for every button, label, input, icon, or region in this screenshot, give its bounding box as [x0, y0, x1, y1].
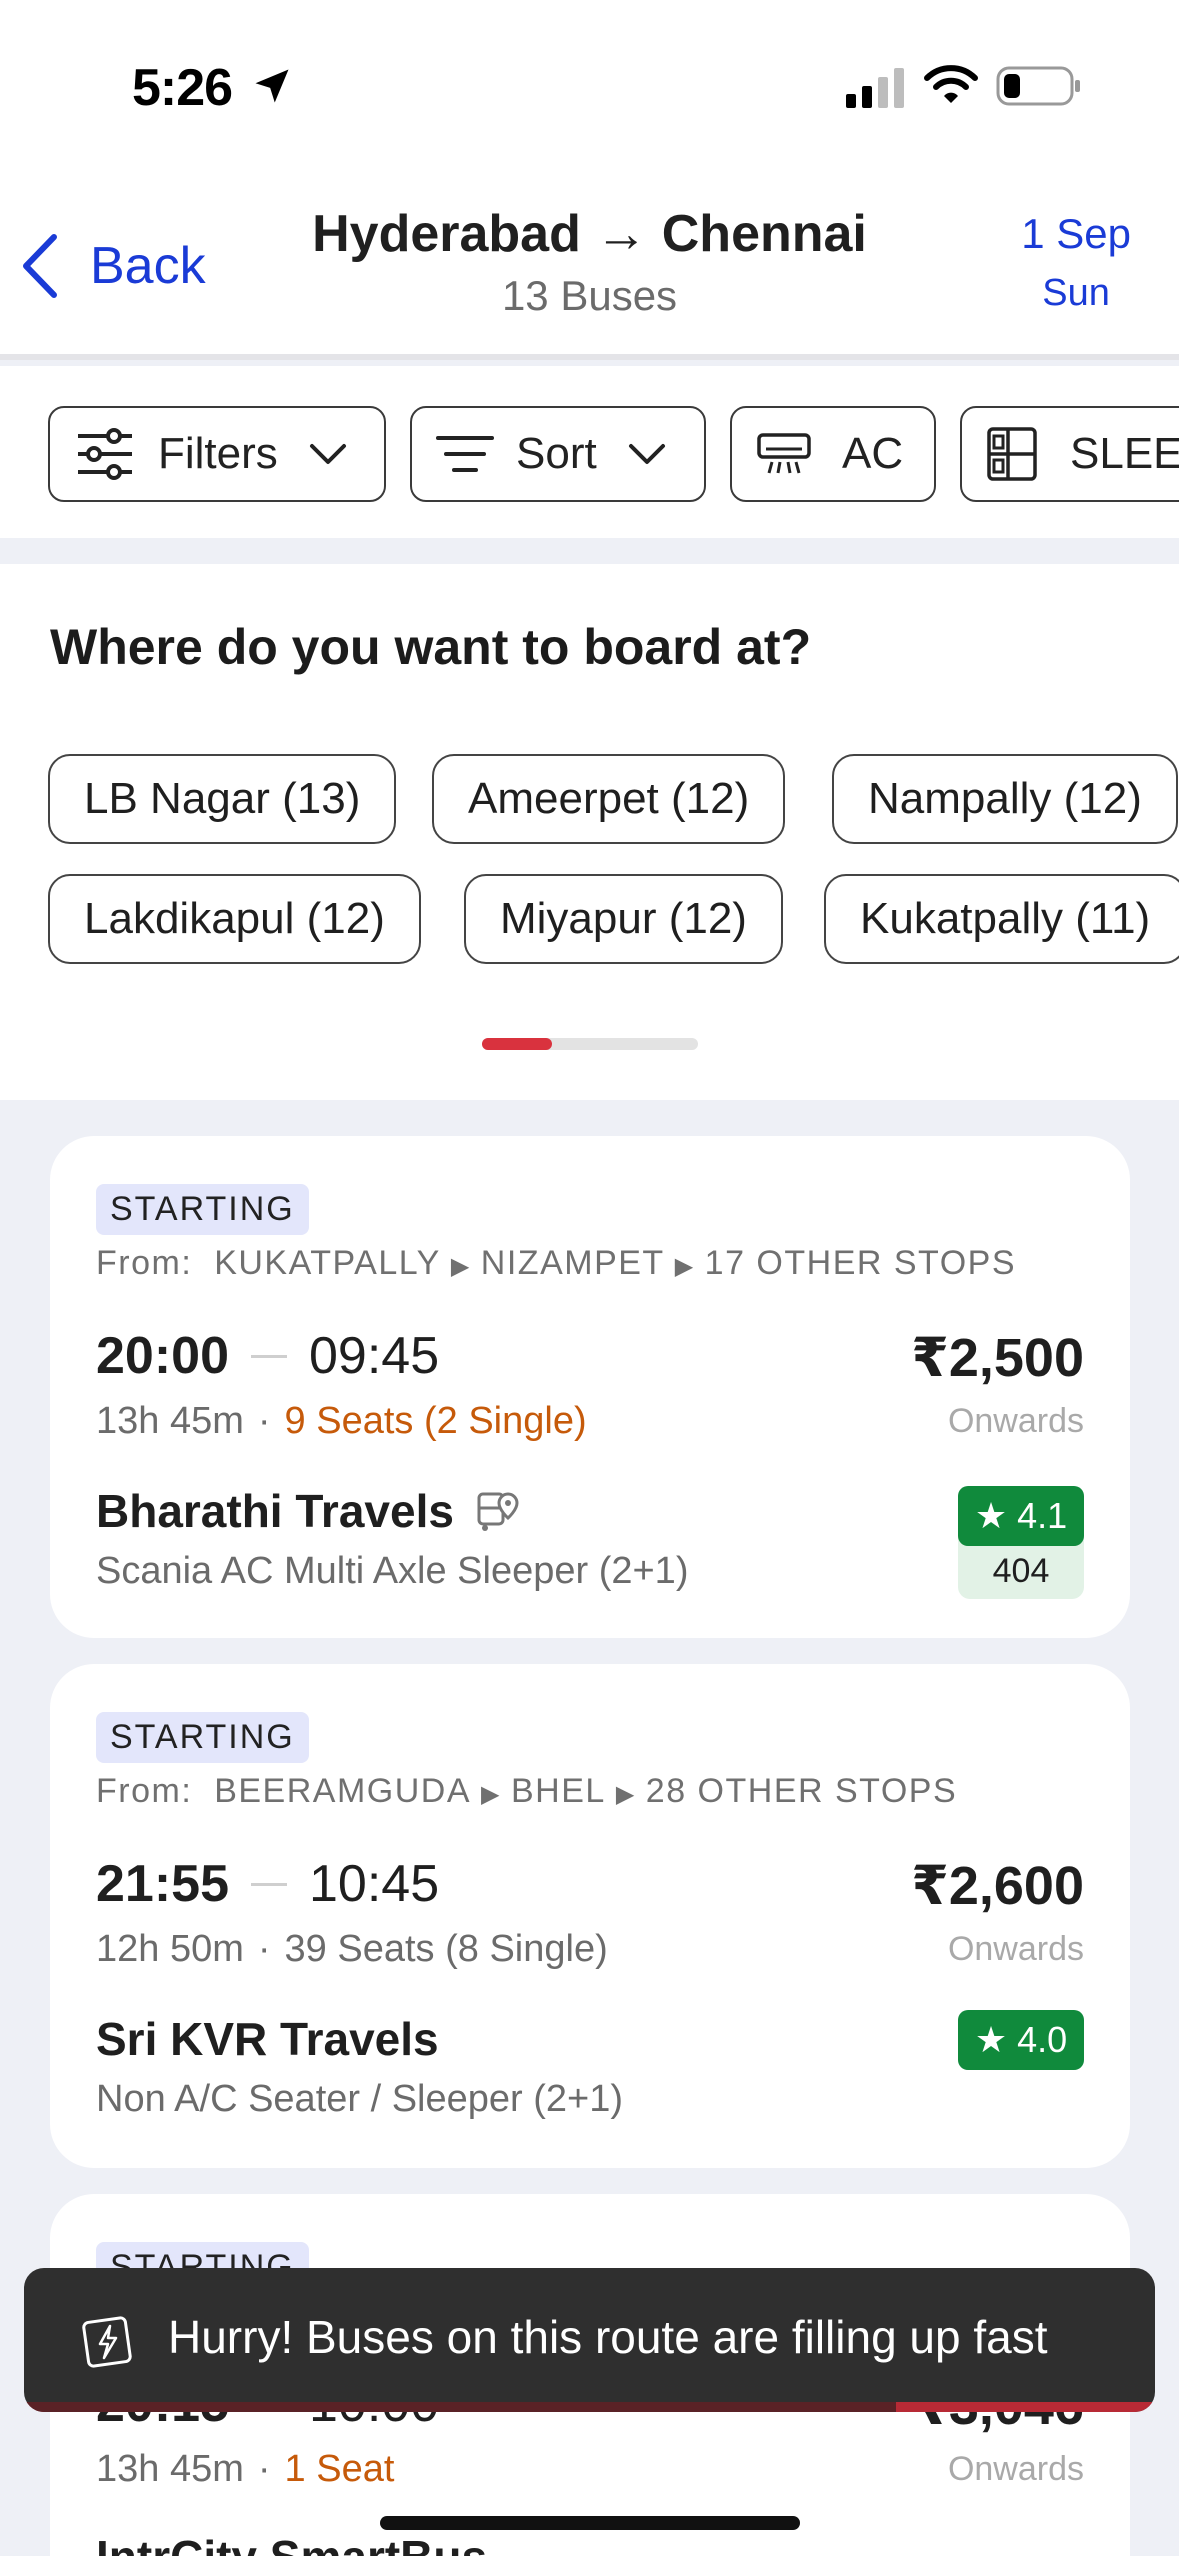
- travel-date: 1 Sep: [1021, 210, 1131, 257]
- rating-badge: ★ 4.1 404: [958, 1486, 1084, 1599]
- wifi-icon: [924, 65, 978, 103]
- from-label: From:: [96, 1772, 193, 1810]
- boarding-title: Where do you want to board at?: [50, 619, 812, 675]
- departure-time: 21:55: [96, 1855, 229, 1913]
- bus-type: Non A/C Seater / Sleeper (2+1): [96, 2078, 624, 2120]
- boarding-point-chip[interactable]: Kukatpally (11): [824, 874, 1179, 964]
- route-title: Hyderabad → Chennai: [312, 205, 867, 263]
- boarding-stops: From: KUKATPALLY ▶ NIZAMPET ▶ 17 OTHER STOPS: [96, 1244, 1016, 1283]
- sliders-icon: [78, 428, 132, 480]
- fare-price: ₹2,500: [911, 1328, 1084, 1388]
- journey-times: 21:55 10:45: [96, 1854, 439, 1914]
- departure-time: 20:00: [96, 1327, 229, 1385]
- seats-available: 9 Seats: [284, 1400, 414, 1442]
- cellular-signal-icon: [846, 68, 904, 108]
- location-arrow-icon: [255, 69, 289, 103]
- stop-name: 28 OTHER STOPS: [645, 1772, 958, 1810]
- live-tracking-icon: [477, 1492, 519, 1531]
- status-time: 5:26: [132, 59, 233, 117]
- onwards-label: Onwards: [947, 1402, 1084, 1440]
- duration: 13h 45m: [96, 1400, 244, 1442]
- single-seats: (2 Single): [423, 1400, 587, 1442]
- bus-count: 13 Buses: [501, 272, 678, 319]
- triangle-right-icon: ▶: [450, 1253, 471, 1280]
- boarding-point-chip[interactable]: LB Nagar (13): [48, 754, 397, 844]
- triangle-right-icon: ▶: [674, 1253, 695, 1280]
- stop-name: NIZAMPET: [480, 1244, 665, 1282]
- sort-label: Sort: [516, 429, 597, 478]
- status-bar: 5:26: [0, 0, 1179, 160]
- boarding-point-chip[interactable]: Ameerpet (12): [432, 754, 786, 844]
- rating-value: ★ 4.1: [958, 1486, 1084, 1546]
- starting-tag: STARTING: [96, 1712, 309, 1763]
- bus-type: Scania AC Multi Axle Sleeper (2+1): [96, 1550, 689, 1592]
- toast-timer-bar: [24, 2402, 1155, 2412]
- operator-name-row: IntrCity SmartBus: [96, 2530, 487, 2556]
- from-label: From:: [96, 1244, 193, 1282]
- time-separator: [251, 1354, 287, 1358]
- journey-meta: 12h 50m · 39 Seats (8 Single): [96, 1928, 608, 1970]
- journey-meta: 13h 45m · 1 Seat: [96, 2448, 395, 2490]
- boarding-point-chip[interactable]: Nampally (12): [832, 754, 1178, 844]
- ac-label: AC: [842, 429, 904, 478]
- operator-name: Sri KVR Travels: [96, 2013, 439, 2065]
- rating-value: ★ 4.0: [958, 2010, 1084, 2070]
- chevron-down-icon: [309, 444, 346, 464]
- boarding-point-chip[interactable]: Lakdikapul (12): [48, 874, 421, 964]
- single-seats: (8 Single): [445, 1928, 608, 1970]
- toast-message: Hurry! Buses on this route are filling u…: [168, 2311, 1048, 2363]
- stop-name: KUKATPALLY: [214, 1244, 441, 1282]
- filters-chip[interactable]: Filters: [48, 406, 386, 502]
- journey-meta: 13h 45m · 9 Seats (2 Single): [96, 1400, 587, 1442]
- home-indicator: [380, 2516, 800, 2530]
- sleeper-chip[interactable]: SLEEPER: [960, 406, 1179, 502]
- sort-chip[interactable]: Sort: [410, 406, 706, 502]
- ac-chip[interactable]: AC: [730, 406, 936, 502]
- journey-times: 20:00 09:45: [96, 1326, 439, 1386]
- onwards-label: Onwards: [947, 1930, 1084, 1968]
- air-conditioner-icon: [757, 433, 811, 474]
- rating-count: 404: [992, 1552, 1050, 1590]
- onwards-label: Onwards: [947, 2450, 1084, 2488]
- chevron-down-icon: [628, 444, 665, 464]
- operator-name-row: Sri KVR Travels: [96, 2012, 439, 2066]
- date-selector[interactable]: 1 Sep Sun: [1021, 210, 1131, 315]
- bus-card[interactable]: STARTING From: BEERAMGUDA ▶ BHEL ▶ 28 OTHER …: [50, 1664, 1130, 2168]
- operator-name-row: Bharathi Travels: [96, 1484, 520, 1538]
- seats-available: 1 Seat: [284, 2448, 395, 2490]
- time-separator: [251, 1882, 287, 1886]
- stop-name: 17 OTHER STOPS: [704, 1244, 1017, 1282]
- bus-card[interactable]: STARTING From: KUKATPALLY ▶ NIZAMPET ▶ 17 OT…: [50, 1136, 1130, 1638]
- triangle-right-icon: ▶: [615, 1781, 636, 1808]
- seats-available: 39 Seats: [284, 1928, 435, 1970]
- duration: 12h 50m: [96, 1928, 244, 1970]
- triangle-right-icon: ▶: [481, 1781, 501, 1808]
- filters-label: Filters: [158, 429, 278, 478]
- stop-name: BHEL: [510, 1772, 606, 1810]
- operator-name: IntrCity SmartBus: [96, 2530, 487, 2556]
- carousel-page-indicator: [482, 1038, 698, 1050]
- arrival-time: 09:45: [309, 1327, 440, 1385]
- boarding-stops: From: BEERAMGUDA ▶ BHEL ▶ 28 OTHER STOPS: [96, 1772, 957, 1811]
- sleeper-label: SLEEPER: [1070, 429, 1179, 478]
- duration: 13h 45m: [96, 2448, 244, 2490]
- filter-bar: Filters Sort AC SLEEPER: [0, 366, 1179, 538]
- battery-icon: [996, 66, 1080, 106]
- nav-header: Back Hyderabad → Chennai 13 Buses 1 Sep …: [0, 160, 1179, 360]
- boarding-point-chip[interactable]: Miyapur (12): [464, 874, 783, 964]
- boarding-points-section: Where do you want to board at? LB Nagar …: [0, 564, 1179, 1100]
- sort-lines-icon: [436, 436, 494, 472]
- fare-price: ₹2,600: [911, 1856, 1084, 1916]
- filling-fast-toast[interactable]: Hurry! Buses on this route are filling u…: [24, 2268, 1155, 2412]
- operator-name: Bharathi Travels: [96, 1485, 454, 1537]
- sleeper-berth-icon: [987, 427, 1037, 481]
- starting-tag: STARTING: [96, 1184, 309, 1235]
- bolt-card-icon: [82, 2316, 132, 2368]
- travel-day: Sun: [1042, 272, 1110, 314]
- stop-name: BEERAMGUDA: [214, 1772, 472, 1810]
- arrival-time: 10:45: [309, 1855, 440, 1913]
